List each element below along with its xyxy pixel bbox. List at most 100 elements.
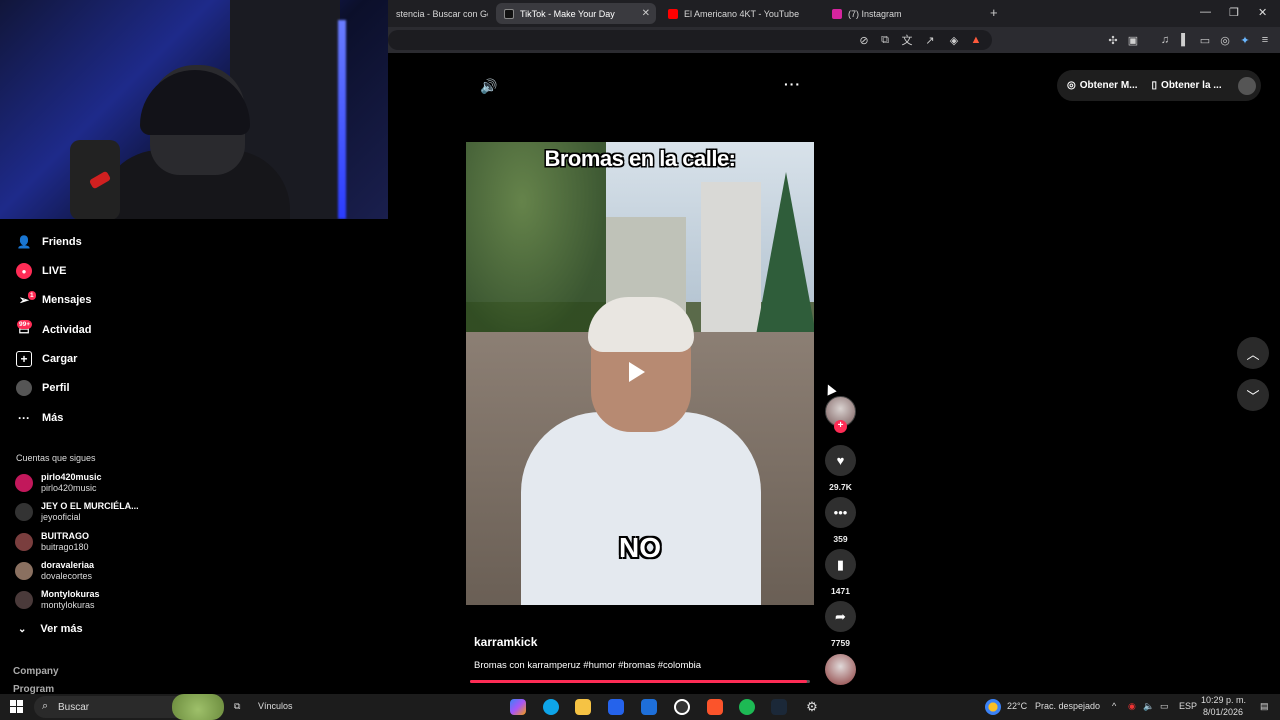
youtube-icon: [668, 8, 678, 19]
sidebar-item-label: LIVE: [42, 265, 67, 277]
task-view-icon[interactable]: ⧉: [234, 701, 240, 712]
clock-date[interactable]: 8/01/2026: [1203, 707, 1243, 717]
brave-icon[interactable]: [707, 699, 723, 715]
outlook-icon[interactable]: [641, 699, 657, 715]
music-disc-avatar[interactable]: [825, 654, 856, 685]
following-account[interactable]: pirlo420music pirlo420music: [15, 470, 102, 496]
taskbar-links[interactable]: Vínculos: [258, 701, 293, 711]
tab-tiktok[interactable]: TikTok - Make Your Day ✕: [496, 3, 656, 24]
previous-video-button[interactable]: ︿: [1237, 337, 1269, 369]
new-tab-button[interactable]: +: [990, 5, 998, 20]
open-external-icon[interactable]: ⧉: [878, 33, 892, 47]
play-icon[interactable]: [629, 362, 645, 382]
tab-label: (7) Instagram: [848, 8, 902, 19]
file-explorer-icon[interactable]: [575, 699, 591, 715]
video-description: Bromas con karramperuz #humor #bromas #c…: [474, 660, 702, 671]
instagram-icon: [832, 8, 842, 19]
video-person-shirt: [521, 412, 761, 605]
menu-icon[interactable]: ≡: [1258, 33, 1272, 47]
like-button[interactable]: ♥: [825, 445, 856, 476]
following-account[interactable]: Montylokuras montylokuras: [15, 587, 100, 613]
following-account[interactable]: JEY O EL MURCIÉLA... jeyooficial: [15, 499, 139, 525]
heart-icon: ♥: [836, 453, 845, 468]
comment-button[interactable]: •••: [825, 497, 856, 528]
avatar: [15, 503, 33, 521]
video-progress-bar[interactable]: [470, 680, 810, 683]
get-app-button-1[interactable]: Obtener M...: [1080, 80, 1138, 91]
activity-badge: 99+: [17, 320, 33, 329]
follow-plus-icon[interactable]: +: [834, 420, 847, 433]
share-icon[interactable]: ↗: [923, 33, 937, 47]
footer-link-company[interactable]: Company: [13, 666, 59, 677]
get-app-button-2[interactable]: Obtener la ...: [1161, 80, 1222, 91]
webcam-overlay: [0, 0, 388, 219]
sidebar-item-live[interactable]: ● LIVE: [16, 260, 66, 282]
language-indicator[interactable]: ESP: [1179, 701, 1197, 711]
account-handle: pirlo420music: [41, 483, 97, 493]
see-more-button[interactable]: ⌄ Ver más: [18, 623, 83, 635]
settings-gear-icon[interactable]: ⚙: [804, 699, 820, 715]
chevron-down-icon: ⌄: [18, 623, 27, 635]
tab-google[interactable]: stencia - Buscar con Googl: [388, 3, 488, 24]
video-author[interactable]: karramkick: [474, 635, 537, 649]
bookmark-icon: ▮: [836, 556, 845, 572]
clock-time[interactable]: 10:29 p. m.: [1201, 695, 1246, 705]
get-app-pill: ◎ Obtener M... ▯ Obtener la ...: [1057, 70, 1261, 101]
profile-icon: [16, 380, 32, 396]
avatar: [15, 591, 33, 609]
more-options-icon[interactable]: ···: [784, 76, 801, 92]
no-tracking-icon[interactable]: ⊘: [857, 33, 871, 47]
volume-icon[interactable]: 🔊: [480, 78, 497, 95]
vpn-icon[interactable]: ◎: [1218, 33, 1232, 47]
friends-icon: 👤: [16, 235, 32, 249]
close-window-icon[interactable]: ✕: [1258, 6, 1267, 19]
weather-desc[interactable]: Prac. despejado: [1035, 701, 1100, 711]
tab-youtube[interactable]: El Americano 4KT - YouTube: [660, 3, 820, 24]
shield-icon[interactable]: ◈: [947, 33, 961, 47]
tray-app-icon[interactable]: ◉: [1128, 701, 1136, 712]
minimize-icon[interactable]: —: [1200, 6, 1211, 18]
following-account[interactable]: BUITRAGO buitrago180: [15, 529, 89, 555]
phone-icon: ▯: [1151, 80, 1158, 91]
volume-tray-icon[interactable]: 🔈: [1143, 701, 1154, 712]
sidebar-item-upload[interactable]: + Cargar: [16, 348, 77, 370]
video-player[interactable]: Bromas en la calle: NO: [466, 142, 814, 605]
notification-icon[interactable]: ▤: [1260, 701, 1269, 712]
following-title: Cuentas que sigues: [16, 453, 96, 463]
tab-instagram[interactable]: (7) Instagram: [824, 3, 984, 24]
steam-icon[interactable]: [771, 699, 787, 715]
video-subtitle: NO: [619, 532, 661, 563]
save-button[interactable]: ▮: [825, 549, 856, 580]
network-icon[interactable]: ▭: [1160, 701, 1169, 712]
copilot-icon[interactable]: [510, 699, 526, 715]
edge-icon[interactable]: [543, 699, 559, 715]
extensions-icon[interactable]: ✣: [1106, 33, 1120, 47]
weather-temp[interactable]: 22°C: [1007, 701, 1027, 711]
music-icon[interactable]: ♫: [1158, 33, 1172, 47]
tray-chevron-icon[interactable]: ^: [1112, 701, 1116, 711]
webcam-led-strip: [338, 20, 346, 219]
obs-icon[interactable]: [674, 699, 690, 715]
close-tab-icon[interactable]: ✕: [642, 8, 650, 19]
sidebar-item-more[interactable]: ··· Más: [16, 407, 63, 429]
more-icon: ···: [18, 411, 30, 425]
rewards-icon[interactable]: ▲: [969, 33, 983, 47]
profile-avatar[interactable]: [1237, 76, 1256, 95]
screenshot-icon[interactable]: ▣: [1126, 33, 1140, 47]
restore-icon[interactable]: ❐: [1229, 6, 1239, 19]
windows-start-icon[interactable]: [10, 700, 23, 713]
sidebar-item-profile[interactable]: Perfil: [16, 377, 70, 399]
store-icon[interactable]: [608, 699, 624, 715]
tab-label: El Americano 4KT - YouTube: [684, 8, 800, 19]
spotify-icon[interactable]: [739, 699, 755, 715]
sidebar-toggle-icon[interactable]: ▌: [1178, 33, 1192, 47]
share-button[interactable]: ➦: [825, 601, 856, 632]
tiktok-icon: [504, 8, 514, 19]
next-video-button[interactable]: ﹀: [1237, 379, 1269, 411]
following-account[interactable]: doravaleriaa dovalecortes: [15, 558, 94, 584]
ai-icon[interactable]: ✦: [1238, 33, 1252, 47]
sidebar-item-messages[interactable]: ➢ Mensajes: [16, 289, 92, 311]
translate-icon[interactable]: 文: [900, 33, 914, 47]
wallet-icon[interactable]: ▭: [1198, 33, 1212, 47]
sidebar-item-friends[interactable]: 👤 Friends: [16, 231, 82, 253]
